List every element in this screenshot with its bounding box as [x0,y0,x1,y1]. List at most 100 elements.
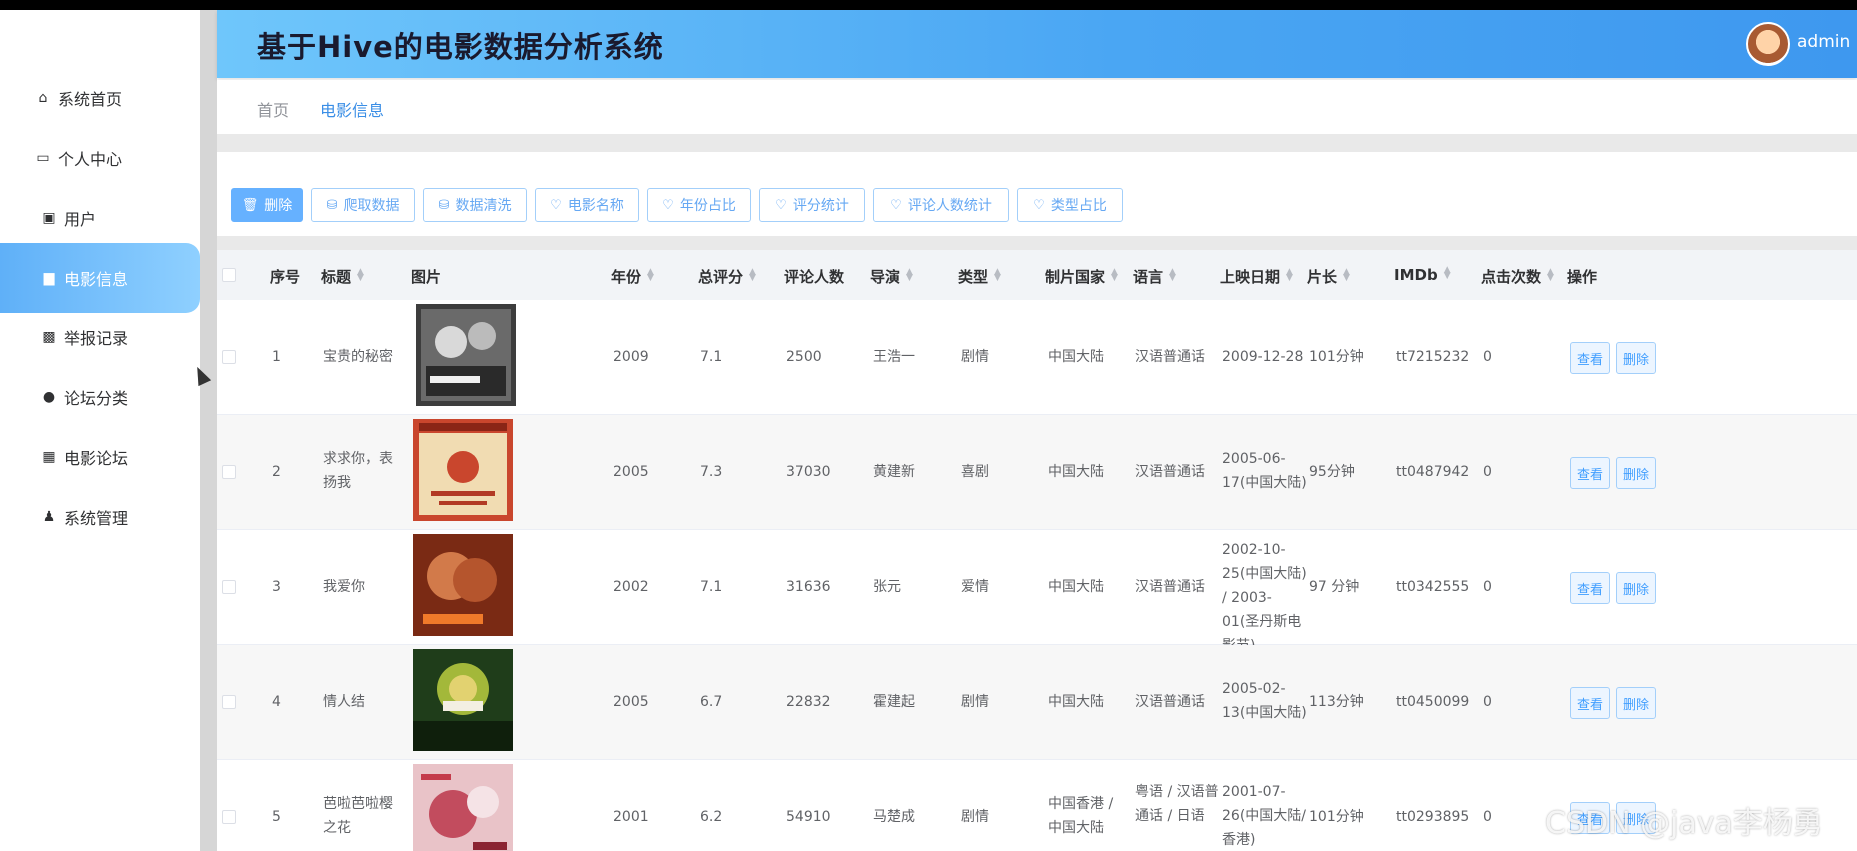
cell-director: 马楚成 [873,809,915,825]
cell-imdb: tt0342555 [1396,579,1470,595]
year-ratio-button[interactable]: ♡ 年份占比 [647,188,751,222]
trash-icon: 🗑 [241,197,259,213]
cell-imdb: tt0293895 [1396,809,1470,825]
cell-votes: 22832 [786,694,831,710]
movie-name-button[interactable]: ♡ 电影名称 [535,188,639,222]
cell-imdb: tt0487942 [1396,464,1470,480]
cell-no: 1 [272,349,281,365]
sort-icon[interactable]: ▲ ▼ [1547,268,1554,283]
cell-country: 中国大陆 [1048,579,1104,595]
row-checkbox[interactable] [222,810,236,824]
movie-poster-image [413,649,513,751]
sidebar-item-system[interactable]: ♟ 系统管理 [0,482,200,552]
score-stats-button[interactable]: ♡ 评分统计 [759,188,865,222]
row-checkbox[interactable] [222,580,236,594]
cell-length: 101分钟 [1309,349,1364,365]
delete-button[interactable]: 🗑 删除 [231,188,303,222]
table-row[interactable]: 3 我爱你 2002 7.1 31636 张元 爱情 中国大陆 汉语普通话 20… [217,530,1857,654]
cell-clicks: 0 [1483,809,1492,825]
sort-icon[interactable]: ▲ ▼ [1343,268,1350,283]
button-label: 评分统计 [792,198,849,214]
app-header: 基于Hive的电影数据分析系统 admin ▾ [217,10,1857,78]
delete-row-button[interactable]: 删除 [1616,342,1656,374]
sort-icon[interactable]: ▲ ▼ [749,268,756,283]
table-row[interactable]: 2 求求你，表扬我 2005 7.3 37030 黄建新 喜剧 中国大陆 汉语普… [217,415,1857,530]
select-all-checkbox[interactable] [222,268,236,282]
movie-poster-image [413,419,513,521]
row-checkbox[interactable] [222,465,236,479]
sort-icon[interactable]: ▲ ▼ [1444,266,1451,281]
table-row[interactable]: 4 情人结 2005 6.7 22832 霍建起 剧情 中国大陆 汉语普通话 2… [217,645,1857,760]
column-header-length[interactable]: 片长 ▲ ▼ [1307,266,1350,287]
cell-director: 王浩一 [873,349,915,365]
cell-country: 中国大陆 [1048,349,1104,365]
cell-score: 6.2 [700,809,723,825]
clean-data-button[interactable]: ⛁ 数据清洗 [423,188,527,222]
sort-icon[interactable]: ▲ ▼ [647,268,654,283]
heart-icon: ♡ [662,197,674,213]
column-label: IMDb [1394,266,1438,284]
crawl-data-button[interactable]: ⛁ 爬取数据 [311,188,415,222]
movie-poster-image [416,304,516,406]
column-header-director[interactable]: 导演 ▲ ▼ [870,266,913,287]
column-label: 类型 [958,268,989,286]
column-header-country[interactable]: 制片国家 ▲ ▼ [1045,266,1118,287]
cell-title: 我爱你 [323,579,365,595]
row-checkbox[interactable] [222,695,236,709]
grid-icon: ▦ [42,449,56,465]
row-checkbox[interactable] [222,350,236,364]
column-label: 点击次数 [1481,268,1542,286]
column-label: 总评分 [698,268,744,286]
cell-length: 113分钟 [1309,694,1364,710]
cell-votes: 31636 [786,579,831,595]
movie-table: 序号 标题 ▲ ▼ 图片 年份 ▲ ▼ 总评分 ▲ ▼ 评论人数 导演 ▲ ▼ 类型 ▲ ▼ 制片国… [217,250,1857,851]
column-header-score[interactable]: 总评分 ▲ ▼ [698,266,756,287]
sidebar-item-label: 系统首页 [58,90,123,109]
cell-score: 7.3 [700,464,723,480]
column-label: 制片国家 [1045,268,1106,286]
column-label: 语言 [1133,268,1164,286]
view-button[interactable]: 查看 [1570,572,1610,604]
cell-clicks: 0 [1483,349,1492,365]
column-header-year[interactable]: 年份 ▲ ▼ [611,266,654,287]
column-header-language[interactable]: 语言 ▲ ▼ [1133,266,1176,287]
cell-year: 2009 [613,349,649,365]
cell-no: 4 [272,694,281,710]
cell-imdb: tt0450099 [1396,694,1470,710]
column-header-genre[interactable]: 类型 ▲ ▼ [958,266,1001,287]
comment-count-stats-button[interactable]: ♡ 评论人数统计 [873,188,1009,222]
cell-date: 2005-02-13(中国大陆) [1222,681,1307,721]
column-header-clicks[interactable]: 点击次数 ▲ ▼ [1481,266,1554,287]
cell-no: 3 [272,579,281,595]
sort-icon[interactable]: ▲ ▼ [1169,268,1176,283]
delete-row-button[interactable]: 删除 [1616,457,1656,489]
sort-icon[interactable]: ▲ ▼ [357,268,364,283]
sidebar-item-label: 论坛分类 [64,389,129,408]
breadcrumb-current: 电影信息 [320,101,385,120]
user-name[interactable]: admin [1797,32,1850,52]
view-button[interactable]: 查看 [1570,457,1610,489]
sort-icon[interactable]: ▲ ▼ [994,268,1001,283]
column-header-title[interactable]: 标题 ▲ ▼ [321,266,364,287]
heart-icon: ♡ [550,197,562,213]
sidebar-item-label: 举报记录 [64,329,129,348]
sort-icon[interactable]: ▲ ▼ [1286,268,1293,283]
column-header-imdb[interactable]: IMDb ▲ ▼ [1394,266,1451,285]
avatar[interactable] [1746,22,1790,66]
cell-votes: 54910 [786,809,831,825]
delete-row-button[interactable]: 删除 [1616,687,1656,719]
sort-icon[interactable]: ▲ ▼ [906,268,913,283]
cell-year: 2001 [613,809,649,825]
breadcrumb-home[interactable]: 首页 [257,97,289,121]
delete-row-button[interactable]: 删除 [1616,572,1656,604]
table-row[interactable]: 1 宝贵的秘密 2009 7.1 2500 王浩一 剧情 中国大陆 汉语普通话 … [217,300,1857,415]
view-button[interactable]: 查看 [1570,687,1610,719]
view-button[interactable]: 查看 [1570,342,1610,374]
cell-year: 2005 [613,464,649,480]
button-label: 电影名称 [567,198,624,214]
genre-ratio-button[interactable]: ♡ 类型占比 [1017,188,1123,222]
toolbar: 🗑 删除 ⛁ 爬取数据 ⛁ 数据清洗 ♡ 电影名称 ♡ 年份占比 ♡ 评分统计 ♡ 评论人数统… [217,152,1857,236]
sort-icon[interactable]: ▲ ▼ [1111,268,1118,283]
movie-poster-image [413,764,513,851]
column-header-date[interactable]: 上映日期 ▲ ▼ [1220,266,1293,287]
